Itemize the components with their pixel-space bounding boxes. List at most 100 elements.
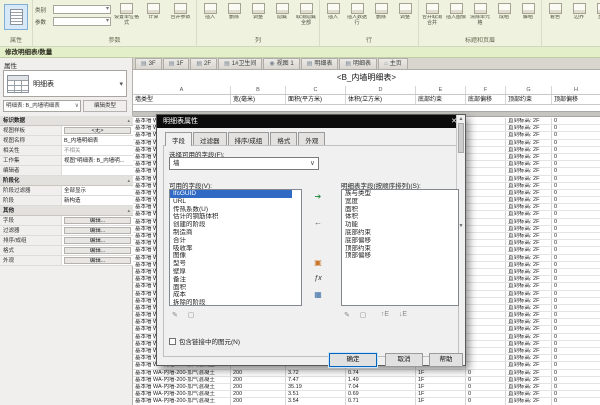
cell-bottom-offset[interactable]: [466, 161, 506, 167]
cell-area[interactable]: 3.54: [286, 398, 346, 404]
property-row[interactable]: 阶段过滤器 全部显示: [0, 186, 133, 196]
cell-bottom-offset[interactable]: 0: [466, 384, 506, 390]
property-row[interactable]: 字段 编辑...: [0, 216, 133, 226]
cell-bottom-offset[interactable]: [466, 132, 506, 138]
cell-bottom-constraint[interactable]: 1F: [416, 370, 466, 376]
cell-top-offset[interactable]: 0: [552, 183, 600, 189]
list-item[interactable]: 吸收率: [170, 245, 292, 253]
cell-top-constraint[interactable]: 直到标高: 2F: [506, 269, 552, 275]
scroll-up-icon[interactable]: ▲: [457, 115, 465, 123]
combine-parameters-button[interactable]: ▦: [309, 289, 327, 302]
ribbon-button[interactable]: 重置: [592, 3, 600, 21]
cell-bottom-offset[interactable]: [466, 355, 506, 361]
column-header[interactable]: 体积(立方米): [346, 95, 416, 104]
cell-top-constraint[interactable]: 直到标高: 2F: [506, 190, 552, 196]
cell-bottom-offset[interactable]: [466, 334, 506, 340]
edit-parameter-icon[interactable]: ✎: [169, 311, 181, 319]
cell-top-offset[interactable]: 0: [552, 154, 600, 160]
property-row[interactable]: 其他: [0, 206, 133, 216]
column-header[interactable]: 底部偏移: [466, 95, 506, 104]
list-item[interactable]: 型号: [170, 260, 292, 268]
list-item[interactable]: 底部约束: [342, 229, 458, 237]
cell-bottom-offset[interactable]: [466, 312, 506, 318]
cell-wall-type[interactable]: 基本墙 WA-内墙-200-加气混凝土: [133, 391, 231, 397]
chevron-down-icon[interactable]: ▾: [119, 80, 126, 88]
cell-top-offset[interactable]: 0: [552, 291, 600, 297]
cell-top-offset[interactable]: 0: [552, 319, 600, 325]
cell-top-constraint[interactable]: 直到标高: 2F: [506, 283, 552, 289]
column-letter[interactable]: D: [346, 86, 416, 94]
cell-top-constraint[interactable]: 直到标高: 2F: [506, 233, 552, 239]
cell-top-constraint[interactable]: 直到标高: 2F: [506, 377, 552, 383]
cell-width[interactable]: 200: [231, 377, 286, 383]
property-row[interactable]: 视图名称 B_内墙明细表: [0, 136, 133, 146]
cell-bottom-offset[interactable]: [466, 341, 506, 347]
cell-bottom-constraint[interactable]: 1F: [416, 398, 466, 404]
property-value[interactable]: 不相关: [62, 146, 133, 155]
cell-top-constraint[interactable]: 直到标高: 2F: [506, 370, 552, 376]
list-item[interactable]: 壁厚: [170, 268, 292, 276]
ribbon-button[interactable]: 隐藏: [271, 3, 293, 21]
list-item[interactable]: 图像: [170, 252, 292, 260]
cell-top-constraint[interactable]: 直到标高: 2F: [506, 204, 552, 210]
list-item[interactable]: 制造商: [170, 229, 292, 237]
cell-bottom-offset[interactable]: [466, 219, 506, 225]
cell-top-constraint[interactable]: 直到标高: 2F: [506, 312, 552, 318]
cell-top-offset[interactable]: 0: [552, 132, 600, 138]
cell-top-offset[interactable]: 0: [552, 334, 600, 340]
property-row[interactable]: 阶段化: [0, 176, 133, 186]
cell-bottom-offset[interactable]: [466, 348, 506, 354]
cell-top-constraint[interactable]: 直到标高: 2F: [506, 226, 552, 232]
list-item[interactable]: 估计的钢筋体积: [170, 213, 292, 221]
dialog-tab[interactable]: 排序/成组: [228, 132, 270, 145]
cell-top-offset[interactable]: 0: [552, 168, 600, 174]
ribbon-button[interactable]: 合并参数: [167, 3, 194, 27]
list-item[interactable]: 拆除的阶段: [170, 299, 292, 306]
calculated-value-button[interactable]: ƒx: [309, 273, 327, 286]
cell-bottom-offset[interactable]: [466, 255, 506, 261]
cell-bottom-offset[interactable]: [466, 326, 506, 332]
ribbon-button[interactable]: 删除: [223, 3, 245, 21]
cell-bottom-offset[interactable]: [466, 147, 506, 153]
list-item[interactable]: 面积: [342, 206, 458, 214]
cell-volume[interactable]: 0.74: [346, 370, 416, 376]
cell-bottom-offset[interactable]: [466, 197, 506, 203]
property-value[interactable]: 编辑...: [64, 227, 131, 234]
cell-top-constraint[interactable]: 直到标高: 2F: [506, 348, 552, 354]
delete-scheduled-icon[interactable]: ▢: [357, 311, 369, 319]
property-row[interactable]: 编辑者: [0, 166, 133, 176]
ok-button[interactable]: 确定: [329, 353, 377, 367]
ribbon-button[interactable]: 边界: [568, 3, 590, 21]
column-header[interactable]: 墙类型: [133, 95, 231, 104]
cell-wall-type[interactable]: 基本墙 WA-内墙-200-加气混凝土: [133, 370, 231, 376]
remove-field-button[interactable]: ←: [309, 217, 327, 230]
cell-bottom-offset[interactable]: [466, 269, 506, 275]
property-value[interactable]: 新构造: [62, 196, 133, 205]
cell-top-constraint[interactable]: 直到标高: 2F: [506, 125, 552, 131]
property-value[interactable]: 编辑...: [64, 247, 131, 254]
property-row[interactable]: 格式 编辑...: [0, 246, 133, 256]
cell-width[interactable]: 200: [231, 398, 286, 404]
ribbon-button[interactable]: 调整: [247, 3, 269, 21]
dialog-tab[interactable]: 过滤器: [193, 132, 227, 145]
column-header[interactable]: 宽(毫米): [231, 95, 286, 104]
cell-bottom-offset[interactable]: [466, 154, 506, 160]
cell-bottom-offset[interactable]: [466, 204, 506, 210]
dialog-tab[interactable]: 外观: [298, 132, 325, 145]
cell-volume[interactable]: 0.69: [346, 391, 416, 397]
cell-top-offset[interactable]: 0: [552, 384, 600, 390]
property-row[interactable]: 标识数据: [0, 116, 133, 126]
cell-top-constraint[interactable]: 直到标高: 2F: [506, 319, 552, 325]
ribbon-button[interactable]: 清除单元格: [469, 3, 491, 27]
cell-top-constraint[interactable]: 直到标高: 2F: [506, 398, 552, 404]
property-value[interactable]: B_内墙明细表: [62, 136, 133, 145]
cell-top-constraint[interactable]: 直到标高: 2F: [506, 305, 552, 311]
column-letter[interactable]: A: [133, 86, 231, 94]
help-button[interactable]: 帮助: [429, 353, 463, 367]
cell-top-constraint[interactable]: 直到标高: 2F: [506, 168, 552, 174]
view-tab[interactable]: ▤ 3F: [135, 58, 162, 69]
cell-bottom-offset[interactable]: 0: [466, 398, 506, 404]
cell-top-offset[interactable]: 0: [552, 197, 600, 203]
cell-top-offset[interactable]: 0: [552, 125, 600, 131]
cell-volume[interactable]: 0.71: [346, 398, 416, 404]
